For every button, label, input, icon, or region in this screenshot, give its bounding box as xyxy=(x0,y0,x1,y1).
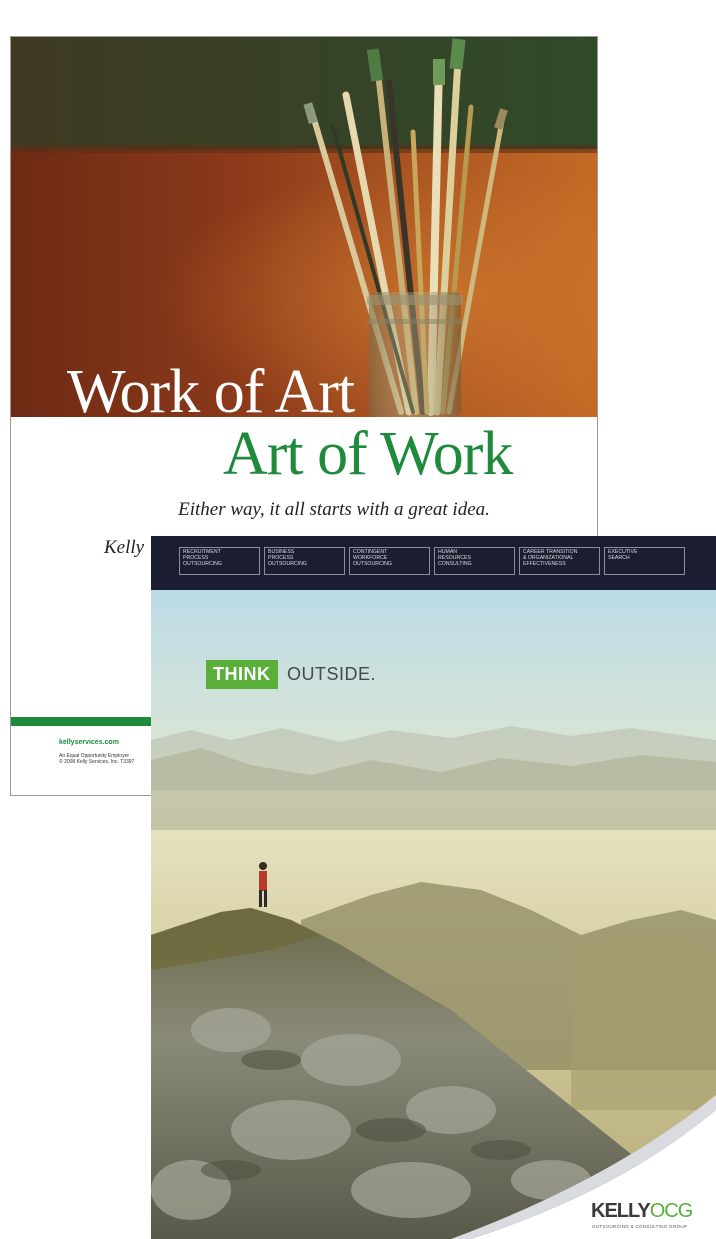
logo-ocg: OCG xyxy=(649,1200,694,1222)
service-box: Human Resources Consulting xyxy=(434,547,515,575)
logo-subtitle: Outsourcing & Consulting Group xyxy=(592,1224,688,1229)
legal-line-2: © 2008 Kelly Services, Inc. T3397 xyxy=(59,759,135,765)
service-box: Career Transition & Organizational Effec… xyxy=(519,547,600,575)
tagline: Either way, it all starts with a great i… xyxy=(178,499,490,520)
service-box: Recruitment Process Outsourcing xyxy=(179,547,260,575)
logo-kelly: KELLY xyxy=(591,1200,651,1222)
service-box: Contingent Workforce Outsourcing xyxy=(349,547,430,575)
title-art-of-work: Art of Work xyxy=(223,420,513,488)
headline-outside: OUTSIDE. xyxy=(287,664,377,684)
service-box: Business Process Outsourcing xyxy=(264,547,345,575)
headline-think: THINK xyxy=(206,660,278,689)
service-box: Executive Search xyxy=(604,547,685,575)
byline-partial: Kelly xyxy=(104,537,145,558)
website-url: kellyservices.com xyxy=(59,739,119,746)
services-bar: Recruitment Process Outsourcing Business… xyxy=(151,536,716,590)
think-outside-poster: Recruitment Process Outsourcing Business… xyxy=(151,536,716,1239)
title-work-of-art: Work of Art xyxy=(67,358,355,426)
kelly-ocg-logo: KELLYOCG xyxy=(591,1200,694,1223)
